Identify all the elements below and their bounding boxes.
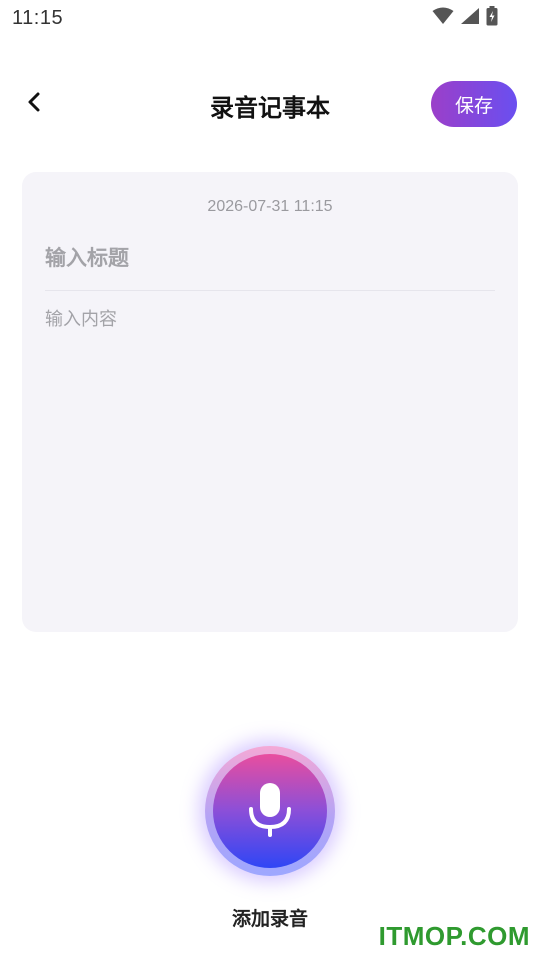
recording-note-screen: 11:15 录音记事本 保存 2026-07-31 11:15 输入标题 输入内… xyxy=(0,0,540,960)
title-input[interactable] xyxy=(45,238,495,278)
note-date: 2026-07-31 11:15 xyxy=(207,198,333,215)
save-button[interactable]: 保存 xyxy=(431,81,517,127)
cell-signal-icon xyxy=(460,7,480,29)
record-button[interactable] xyxy=(205,746,335,876)
status-time: 11:15 xyxy=(12,7,64,29)
status-bar: 11:15 xyxy=(0,0,540,36)
microphone-icon xyxy=(245,781,295,841)
watermark: ITMOP.COM xyxy=(378,921,530,951)
status-icons xyxy=(432,6,498,30)
battery-icon xyxy=(486,6,498,30)
record-button-core xyxy=(213,754,327,868)
note-card: 2026-07-31 11:15 xyxy=(22,172,518,632)
wifi-icon xyxy=(432,7,454,29)
header: 录音记事本 保存 xyxy=(0,72,540,136)
content-input[interactable] xyxy=(45,306,495,606)
divider xyxy=(45,290,495,291)
